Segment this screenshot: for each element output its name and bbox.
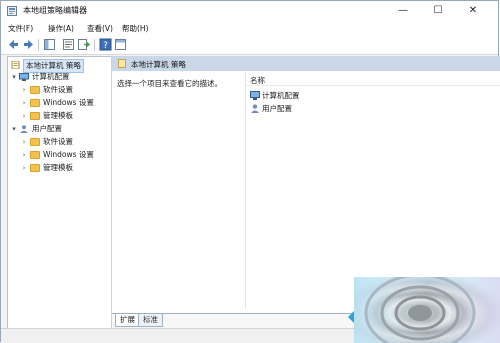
decorative-water-ripple-image	[348, 277, 500, 343]
computer-icon	[19, 73, 29, 81]
window-title: 本地组策略编辑器	[23, 6, 87, 15]
folder-icon	[30, 164, 40, 172]
close-button[interactable]: ✕	[457, 1, 489, 21]
list-item-label: 计算机配置	[262, 91, 300, 100]
tree-label: 软件设置	[43, 137, 73, 146]
folder-icon	[30, 138, 40, 146]
tree-item-software-settings[interactable]: › 软件设置	[8, 136, 108, 148]
pane-header-title: 本地计算机 策略	[131, 60, 186, 69]
extended-view-icon[interactable]	[114, 38, 127, 51]
tree-label: 管理模板	[43, 163, 73, 172]
chevron-right-icon[interactable]: ›	[20, 110, 28, 122]
folder-icon	[30, 86, 40, 94]
column-divider	[245, 71, 246, 309]
list-item-user-config[interactable]: 用户配置	[250, 103, 330, 115]
folder-icon	[30, 112, 40, 120]
user-icon	[251, 104, 259, 113]
policy-document-icon	[118, 59, 126, 68]
policy-document-icon	[11, 61, 20, 69]
tab-extended[interactable]: 扩展	[115, 314, 140, 327]
chevron-right-icon[interactable]: ›	[20, 162, 28, 174]
tree-label: 用户配置	[32, 124, 62, 133]
toolbar: ?	[1, 36, 498, 55]
tree-item-admin-templates[interactable]: › 管理模板	[8, 110, 108, 122]
toolbar-separator	[94, 39, 95, 51]
description-text: 选择一个项目来查看它的描述。	[117, 79, 222, 88]
menu-view[interactable]: 查看(V)	[87, 23, 113, 34]
chevron-down-icon[interactable]: ▾	[10, 123, 18, 135]
properties-icon[interactable]	[62, 38, 75, 51]
folder-icon	[30, 151, 40, 159]
chevron-down-icon[interactable]: ▾	[10, 71, 18, 83]
console-tree: 本地计算机 策略 ▾ 计算机配置 › 软件设置 › Windows 设置 › 管…	[7, 56, 112, 329]
tree-item-windows-settings[interactable]: › Windows 设置	[8, 149, 108, 161]
chevron-right-icon[interactable]: ›	[20, 149, 28, 161]
computer-icon	[250, 91, 260, 100]
chevron-right-icon[interactable]: ›	[20, 97, 28, 109]
toolbar-separator	[38, 39, 39, 51]
title-bar[interactable]: 本地组策略编辑器 — ☐ ✕	[1, 1, 498, 21]
menu-bar: 文件(F) 操作(A) 查看(V) 帮助(H)	[1, 21, 498, 36]
help-icon[interactable]: ?	[99, 38, 112, 51]
tree-label: Windows 设置	[43, 150, 94, 159]
tree-label: Windows 设置	[43, 98, 94, 107]
pane-header: 本地计算机 策略	[112, 56, 500, 71]
folder-icon	[30, 99, 40, 107]
list-item-computer-config[interactable]: 计算机配置	[250, 90, 330, 102]
minimize-button[interactable]: —	[387, 1, 419, 21]
tree-label: 管理模板	[43, 111, 73, 120]
tree-item-windows-settings[interactable]: › Windows 设置	[8, 97, 108, 109]
tree-item-computer-config[interactable]: ▾ 计算机配置	[8, 71, 108, 83]
tree-item-software-settings[interactable]: › 软件设置	[8, 84, 108, 96]
app-icon	[7, 6, 17, 16]
tree-item-local-policy[interactable]: 本地计算机 策略	[8, 59, 108, 73]
tree-label: 计算机配置	[32, 72, 70, 81]
back-arrow-icon[interactable]	[7, 38, 20, 51]
user-icon	[20, 125, 28, 133]
menu-help[interactable]: 帮助(H)	[122, 23, 149, 34]
tree-item-user-config[interactable]: ▾ 用户配置	[8, 123, 108, 135]
maximize-button[interactable]: ☐	[422, 1, 454, 21]
forward-arrow-icon[interactable]	[22, 38, 35, 51]
show-tree-icon[interactable]	[43, 38, 56, 51]
export-list-icon[interactable]	[77, 38, 90, 51]
list-item-label: 用户配置	[262, 104, 292, 113]
chevron-right-icon[interactable]: ›	[20, 136, 28, 148]
tree-label: 软件设置	[43, 85, 73, 94]
menu-file[interactable]: 文件(F)	[8, 23, 33, 34]
menu-action[interactable]: 操作(A)	[48, 23, 74, 34]
header-divider	[246, 85, 500, 86]
tab-standard[interactable]: 标准	[138, 314, 163, 327]
tree-item-admin-templates[interactable]: › 管理模板	[8, 162, 108, 174]
svg-text:?: ?	[103, 41, 108, 51]
chevron-right-icon[interactable]: ›	[20, 84, 28, 96]
